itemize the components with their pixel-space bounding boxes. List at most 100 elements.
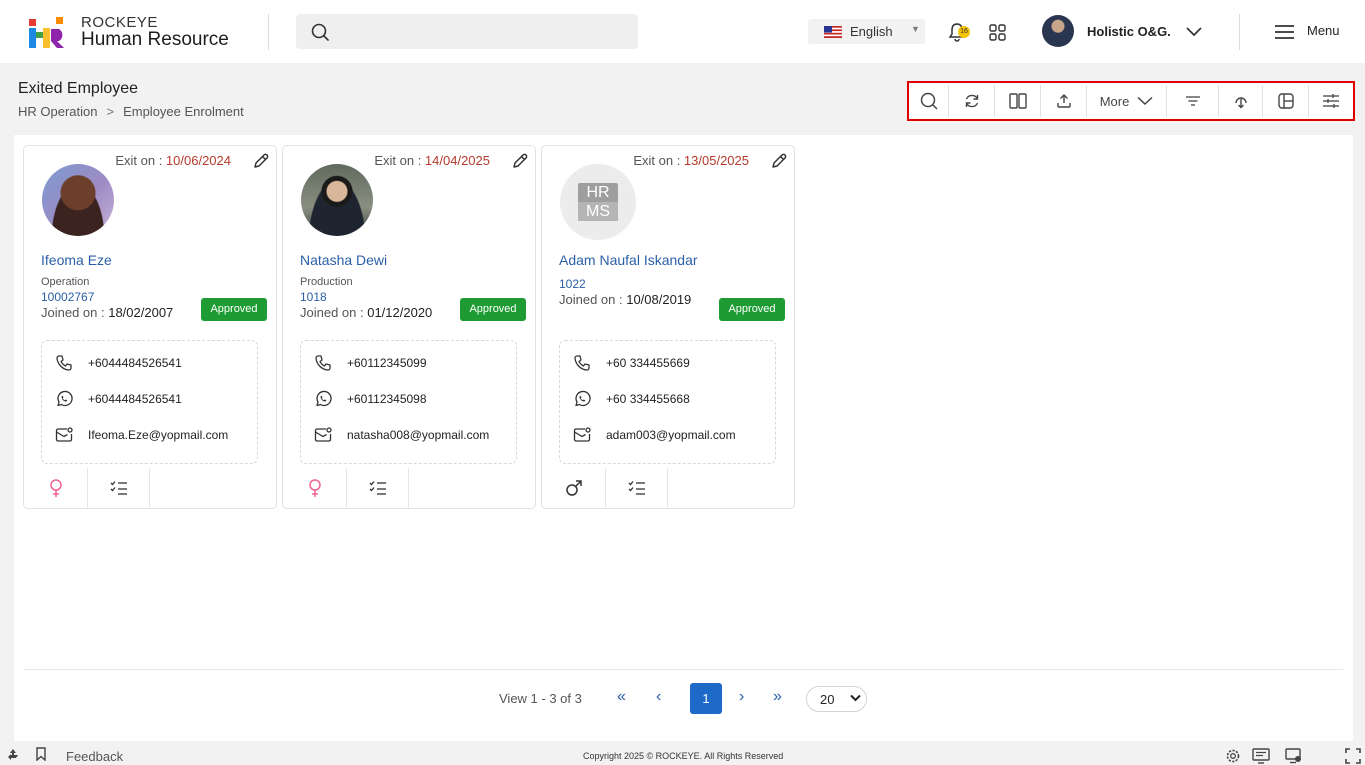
toolbar-search-button[interactable]: [909, 85, 949, 117]
main-menu-button[interactable]: Menu: [1275, 22, 1345, 42]
whatsapp-icon: [575, 390, 591, 407]
whatsapp-row: +60 334455668: [573, 389, 773, 409]
joined-date: 01/12/2020: [367, 305, 433, 320]
page-size-select[interactable]: 20: [806, 686, 867, 712]
checklist-icon: [628, 481, 645, 495]
chevron-down-icon[interactable]: [1185, 26, 1203, 38]
language-selector[interactable]: English ▼: [808, 19, 925, 44]
pagination-divider: [24, 669, 1343, 670]
us-flag-icon: [824, 26, 842, 38]
employee-id[interactable]: 1018: [300, 290, 327, 304]
recycle-icon[interactable]: [6, 748, 20, 762]
remote-desktop-icon[interactable]: [1285, 748, 1303, 764]
employee-name[interactable]: Natasha Dewi: [300, 252, 387, 268]
chevron-down-icon: [850, 694, 861, 702]
column-view-button[interactable]: [995, 85, 1041, 117]
exit-label: Exit on :: [115, 153, 166, 168]
caret-down-icon: ▼: [911, 24, 920, 34]
whatsapp-row: +6044484526541: [55, 389, 255, 409]
breadcrumb: HR Operation > Employee Enrolment: [18, 104, 244, 119]
employee-photo: [301, 164, 373, 236]
user-name[interactable]: Holistic O&G.: [1087, 24, 1171, 39]
previous-page-button[interactable]: ‹: [656, 688, 661, 706]
pencil-edit-icon[interactable]: [770, 152, 788, 170]
sliders-icon: [1323, 94, 1339, 108]
card-footer: [542, 468, 794, 508]
rockeye-logo[interactable]: [29, 15, 65, 49]
whatsapp-number[interactable]: +6044484526541: [88, 392, 182, 406]
employee-card[interactable]: Exit on : 13/05/2025 HR MS Adam Naufal I…: [541, 145, 795, 509]
more-dropdown-button[interactable]: More: [1087, 85, 1167, 117]
gender-female-cell: [283, 468, 346, 508]
whatsapp-number[interactable]: +60112345098: [347, 392, 427, 406]
menu-label: Menu: [1307, 23, 1340, 38]
whatsapp-icon: [57, 390, 73, 407]
email-address[interactable]: adam003@yopmail.com: [606, 428, 736, 442]
first-page-button[interactable]: «: [617, 688, 626, 706]
global-search-input[interactable]: [296, 14, 638, 49]
employee-card[interactable]: Exit on : 14/04/2025 Natasha Dewi Produc…: [282, 145, 536, 509]
apps-grid-icon[interactable]: [989, 24, 1006, 41]
top-header: ROCKEYE Human Resource English ▼ 16 Holi…: [0, 0, 1365, 63]
user-avatar[interactable]: [1042, 15, 1074, 47]
page-button-current[interactable]: 1: [690, 683, 722, 714]
feedback-link[interactable]: Feedback: [66, 749, 123, 764]
phone-number[interactable]: +60 334455669: [606, 356, 690, 370]
filter-button[interactable]: [1167, 85, 1219, 117]
employee-name[interactable]: Ifeoma Eze: [41, 252, 112, 268]
card-footer: [24, 468, 276, 508]
email-address[interactable]: Ifeoma.Eze@yopmail.com: [88, 428, 228, 442]
breadcrumb-separator-icon: >: [106, 104, 115, 119]
employee-id[interactable]: 1022: [559, 277, 586, 291]
filter-lines-icon: [1185, 96, 1200, 106]
upload-button[interactable]: [1041, 85, 1087, 117]
search-icon: [311, 23, 329, 41]
layout-button[interactable]: [1263, 85, 1309, 117]
gender-male-cell: [542, 468, 605, 508]
notification-badge: 16: [958, 26, 970, 38]
last-page-button[interactable]: »: [773, 688, 782, 706]
brand-subtitle: Human Resource: [81, 29, 229, 50]
phone-number[interactable]: +6044484526541: [88, 356, 182, 370]
breadcrumb-item-employee-enrolment[interactable]: Employee Enrolment: [123, 104, 244, 119]
employee-id[interactable]: 10002767: [41, 290, 94, 304]
placeholder-text-top: HR: [586, 184, 610, 201]
employee-department: Production: [300, 276, 353, 288]
exit-label: Exit on :: [633, 153, 684, 168]
page-title: Exited Employee: [18, 80, 139, 97]
refresh-button[interactable]: [949, 85, 995, 117]
phone-number[interactable]: +60112345099: [347, 356, 427, 370]
employee-name[interactable]: Adam Naufal Iskandar: [559, 252, 698, 268]
settings-sliders-button[interactable]: [1309, 85, 1353, 117]
checklist-button[interactable]: [88, 468, 150, 508]
joined-label: Joined on :: [300, 305, 368, 320]
footer-divider: [149, 468, 150, 508]
gear-icon[interactable]: [1225, 748, 1241, 764]
whatsapp-number[interactable]: +60 334455668: [606, 392, 690, 406]
joined-label: Joined on :: [559, 292, 627, 307]
email-row: Ifeoma.Eze@yopmail.com: [55, 425, 255, 445]
page-size-value: 20: [820, 692, 835, 707]
email-address[interactable]: natasha008@yopmail.com: [347, 428, 489, 442]
joined-date: 10/08/2019: [626, 292, 692, 307]
pencil-edit-icon[interactable]: [252, 152, 270, 170]
fullscreen-icon[interactable]: [1345, 748, 1361, 764]
download-button[interactable]: [1219, 85, 1263, 117]
employee-card[interactable]: Exit on : 10/06/2024 Ifeoma Eze Operatio…: [23, 145, 277, 509]
next-page-button[interactable]: ›: [739, 688, 744, 706]
refresh-icon: [965, 94, 978, 108]
more-label: More: [1099, 93, 1130, 109]
joined-date-line: Joined on : 01/12/2020: [300, 305, 432, 320]
phone-row: +6044484526541: [55, 353, 255, 373]
monitor-icon[interactable]: [1252, 748, 1270, 764]
bottom-footer: Feedback Copyright 2025 © ROCKEYE. All R…: [0, 745, 1365, 765]
status-badge: Approved: [201, 298, 267, 321]
checklist-button[interactable]: [347, 468, 409, 508]
male-gender-icon: [565, 480, 582, 496]
pencil-edit-icon[interactable]: [511, 152, 529, 170]
checklist-button[interactable]: [606, 468, 668, 508]
status-badge: Approved: [719, 298, 785, 321]
breadcrumb-item-hr-operation[interactable]: HR Operation: [18, 104, 97, 119]
phone-icon: [574, 355, 590, 371]
bookmark-icon[interactable]: [35, 747, 47, 761]
